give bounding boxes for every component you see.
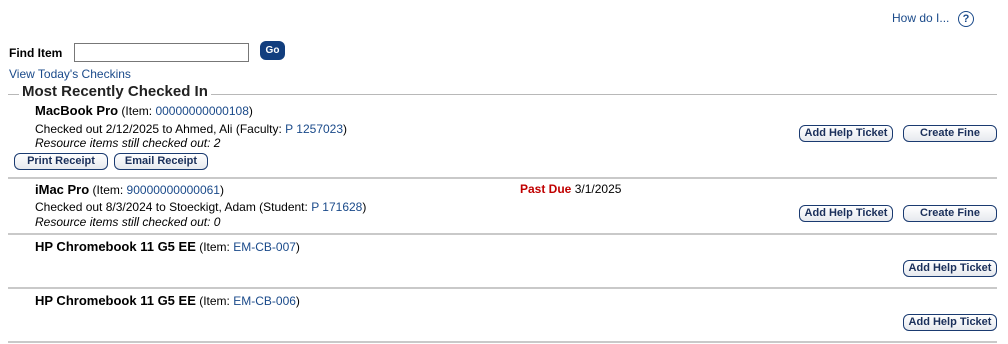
item-paren: ): [295, 294, 300, 308]
item-title-row: iMac Pro (Item: 90000000000061): [35, 182, 224, 197]
item-name: HP Chromebook 11 G5 EE: [35, 239, 196, 254]
item-title-row: MacBook Pro (Item: 00000000000108): [35, 103, 253, 118]
add-help-ticket-button[interactable]: Add Help Ticket: [799, 125, 893, 142]
role-paren: ): [343, 122, 348, 136]
item-name: MacBook Pro: [35, 103, 119, 118]
item-label: (Item:: [92, 183, 127, 197]
item-paren: ): [248, 104, 253, 118]
item-paren: ): [295, 240, 300, 254]
item-id-link[interactable]: 00000000000108: [155, 104, 248, 118]
go-button[interactable]: Go: [260, 41, 285, 60]
item-label: (Item:: [199, 240, 234, 254]
row-divider: [8, 341, 997, 343]
checkout-text: Checked out 2/12/2025 to Ahmed, Ali: [35, 122, 233, 136]
create-fine-button[interactable]: Create Fine: [903, 125, 997, 142]
item-title-row: HP Chromebook 11 G5 EE (Item: EM-CB-007): [35, 239, 300, 254]
help-icon[interactable]: ?: [958, 11, 974, 27]
item-paren: ): [219, 183, 224, 197]
row-divider: [8, 177, 997, 179]
item-id-link[interactable]: EM-CB-006: [233, 294, 296, 308]
checkout-row: Checked out 8/3/2024 to Stoeckigt, Adam …: [35, 200, 366, 214]
print-receipt-button[interactable]: Print Receipt: [14, 153, 108, 170]
item-label: (Item:: [121, 104, 156, 118]
item-id-link[interactable]: 90000000000061: [127, 183, 220, 197]
past-due-label: Past Due: [520, 182, 572, 196]
role-label: (Student:: [259, 200, 312, 214]
role-label: (Faculty:: [235, 122, 286, 136]
add-help-ticket-button[interactable]: Add Help Ticket: [799, 205, 893, 222]
find-item-label: Find Item: [9, 46, 63, 60]
checkout-row: Checked out 2/12/2025 to Ahmed, Ali (Fac…: [35, 122, 347, 136]
remaining-items-note: Resource items still checked out: 0: [35, 215, 221, 229]
patron-id-link[interactable]: P 1257023: [285, 122, 343, 136]
row-divider: [8, 233, 997, 235]
find-item-input[interactable]: [74, 43, 249, 62]
item-name: HP Chromebook 11 G5 EE: [35, 293, 196, 308]
item-title-row: HP Chromebook 11 G5 EE (Item: EM-CB-006): [35, 293, 300, 308]
remaining-items-note: Resource items still checked out: 2: [35, 136, 221, 150]
item-label: (Item:: [199, 294, 234, 308]
past-due-date: 3/1/2025: [574, 182, 622, 196]
item-id-link[interactable]: EM-CB-007: [233, 240, 296, 254]
checkout-text: Checked out 8/3/2024 to Stoeckigt, Adam: [35, 200, 256, 214]
item-name: iMac Pro: [35, 182, 90, 197]
role-paren: ): [362, 200, 367, 214]
create-fine-button[interactable]: Create Fine: [903, 205, 997, 222]
email-receipt-button[interactable]: Email Receipt: [114, 153, 208, 170]
patron-id-link[interactable]: P 171628: [311, 200, 362, 214]
past-due-indicator: Past Due 3/1/2025: [520, 182, 621, 196]
section-title: Most Recently Checked In: [19, 83, 211, 100]
how-do-i-link[interactable]: How do I...: [892, 11, 949, 25]
view-todays-checkins-link[interactable]: View Today's Checkins: [9, 67, 131, 81]
add-help-ticket-button[interactable]: Add Help Ticket: [903, 260, 997, 277]
row-divider: [8, 287, 997, 289]
add-help-ticket-button[interactable]: Add Help Ticket: [903, 314, 997, 331]
